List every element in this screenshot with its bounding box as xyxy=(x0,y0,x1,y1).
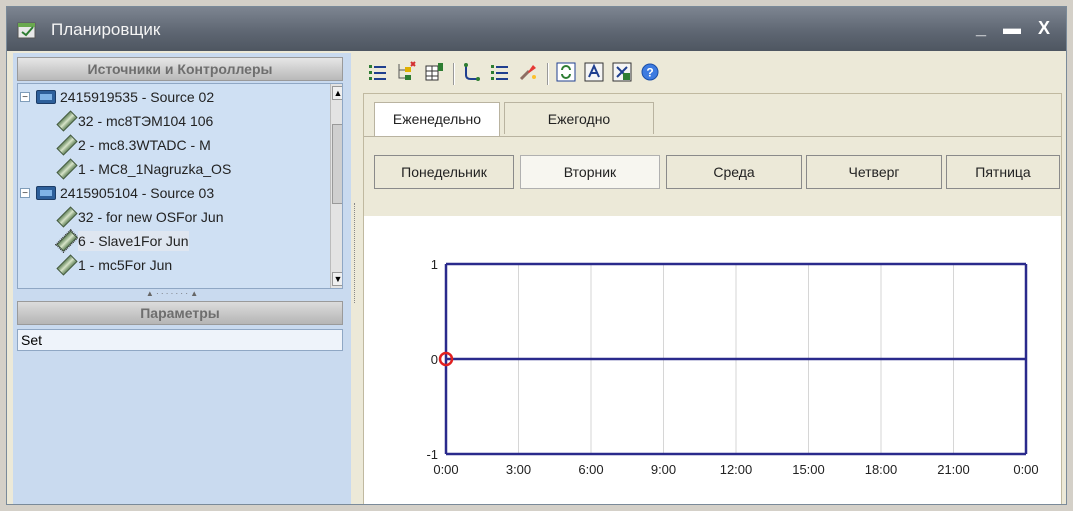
source-folder-icon xyxy=(36,90,56,104)
x-tick-label: 0:00 xyxy=(1013,462,1038,477)
help-icon[interactable]: ? xyxy=(639,61,661,83)
x-tick-label: 0:00 xyxy=(433,462,458,477)
y-tick-label: 0 xyxy=(431,352,438,367)
svg-text:?: ? xyxy=(646,66,653,80)
tree-source-node[interactable]: 2415905104 - Source 03 xyxy=(60,183,214,203)
source-folder-icon xyxy=(36,186,56,200)
scheduler-app-icon xyxy=(17,22,36,39)
close-button[interactable]: X xyxy=(1033,17,1055,39)
sources-panel-header: Источники и Контроллеры xyxy=(17,57,343,81)
controller-device-icon xyxy=(54,229,80,253)
scroll-up-icon[interactable]: ▲ xyxy=(332,86,342,100)
tree-controller-node[interactable]: 32 - mc8ТЭМ104 106 xyxy=(78,111,213,131)
refresh-icon[interactable] xyxy=(555,61,577,83)
tree-controller-node[interactable]: 6 - Slave1For Jun xyxy=(78,231,189,251)
list-icon[interactable] xyxy=(367,61,389,83)
scheduler-window: Планировщик _ ▬ X Источники и Контроллер… xyxy=(6,6,1067,505)
brush-icon[interactable] xyxy=(517,61,539,83)
list-check-icon[interactable] xyxy=(489,61,511,83)
branch-icon[interactable] xyxy=(461,61,483,83)
window-title: Планировщик xyxy=(51,20,161,39)
x-tick-label: 9:00 xyxy=(651,462,676,477)
table-icon[interactable] xyxy=(423,61,445,83)
controller-device-icon xyxy=(56,134,78,156)
title-bar[interactable]: Планировщик _ ▬ X xyxy=(7,7,1066,51)
schedule-chart[interactable]: 1 0 -1 0:00 3:00 6:00 9:00 12:00 15:00 18:00 21:00… xyxy=(364,216,1061,505)
tree-controller-node[interactable]: 2 - mc8.3WTADC - M xyxy=(78,135,211,155)
tree-expander-icon[interactable]: − xyxy=(20,92,30,103)
splitter-grip[interactable] xyxy=(354,203,359,303)
export-icon[interactable] xyxy=(583,61,605,83)
maximize-button[interactable]: ▬ xyxy=(1001,17,1023,39)
tree-add-icon[interactable] xyxy=(395,61,417,83)
params-set-field[interactable]: Set xyxy=(17,329,343,351)
toolbar: ? xyxy=(363,59,763,91)
scroll-thumb[interactable] xyxy=(332,124,342,204)
day-button-monday[interactable]: Понедельник xyxy=(374,155,514,189)
x-tick-label: 6:00 xyxy=(578,462,603,477)
x-tick-label: 18:00 xyxy=(865,462,898,477)
controller-device-icon xyxy=(56,110,78,132)
day-button-wednesday[interactable]: Среда xyxy=(666,155,802,189)
controller-device-icon xyxy=(56,158,78,180)
x-tick-label: 15:00 xyxy=(792,462,825,477)
params-panel-header: Параметры xyxy=(17,301,343,325)
schedule-panel: Еженедельно Ежегодно Понедельник Вторник… xyxy=(363,93,1062,505)
tree-horizontal-scrollbar[interactable]: ▲ · · · · · · · ▲ xyxy=(17,289,327,299)
minimize-button[interactable]: _ xyxy=(970,17,992,39)
x-tick-label: 3:00 xyxy=(506,462,531,477)
tree-controller-node[interactable]: 32 - for new OSFor Jun xyxy=(78,207,224,227)
import-icon[interactable] xyxy=(611,61,633,83)
left-panel: Источники и Контроллеры − 2415919535 - So… xyxy=(13,53,351,504)
y-tick-label: 1 xyxy=(431,257,438,272)
day-button-tuesday[interactable]: Вторник xyxy=(520,155,660,189)
controller-device-icon xyxy=(56,206,78,228)
schedule-chart-svg[interactable]: 10-10:00 3:00 6:00 9:00 12:00 15:00 18:00 21:00… xyxy=(364,216,1061,505)
tree-controller-node[interactable]: 1 - mc5For Jun xyxy=(78,255,172,275)
scroll-down-icon[interactable]: ▼ xyxy=(332,272,342,286)
tree-expander-icon[interactable]: − xyxy=(20,188,30,199)
day-selector-bar: Понедельник Вторник Среда Четверг Пятниц… xyxy=(364,136,1061,217)
x-tick-label: 21:00 xyxy=(937,462,970,477)
sources-tree[interactable]: − 2415919535 - Source 02 32 - mc8ТЭМ104 10… xyxy=(17,83,343,289)
day-button-thursday[interactable]: Четверг xyxy=(806,155,942,189)
x-tick-label: 12:00 xyxy=(720,462,753,477)
tree-source-node[interactable]: 2415919535 - Source 02 xyxy=(60,87,214,107)
y-tick-label: -1 xyxy=(426,447,438,462)
tree-vertical-scrollbar[interactable]: ▲ ▼ xyxy=(330,84,342,288)
controller-device-icon xyxy=(56,254,78,276)
tab-yearly[interactable]: Ежегодно xyxy=(504,102,654,134)
day-button-friday[interactable]: Пятница xyxy=(946,155,1060,189)
tree-controller-node[interactable]: 1 - MC8_1Nagruzka_OS xyxy=(78,159,231,179)
panel-splitter[interactable] xyxy=(351,53,361,504)
tab-weekly[interactable]: Еженедельно xyxy=(374,102,500,136)
